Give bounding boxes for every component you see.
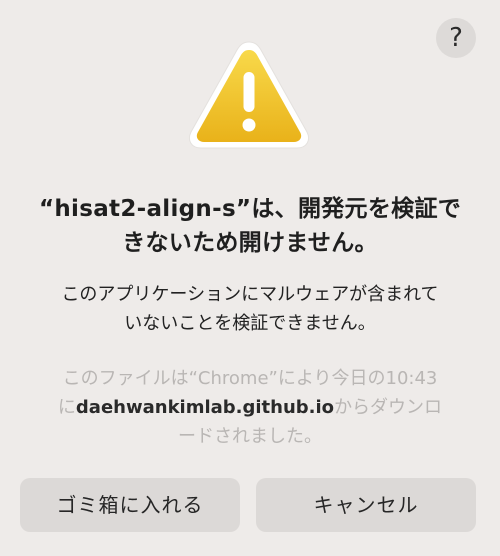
move-to-trash-button[interactable]: ゴミ箱に入れる	[20, 478, 240, 532]
download-info: このファイルは“Chrome”により今日の10:43 にdaehwankimla…	[20, 364, 480, 451]
info-line-2-suffix: からダウンロ	[334, 397, 443, 418]
security-alert-dialog: ? “hisat2-align-s”は、開発元を検証で きないため開けません。 …	[0, 0, 500, 556]
download-source-domain: daehwankimlab.github.io	[75, 397, 335, 418]
dialog-message: このアプリケーションにマルウェアが含まれて いないことを検証できません。	[20, 280, 480, 338]
dialog-title: “hisat2-align-s”は、開発元を検証で きないため開けません。	[20, 192, 480, 260]
info-line-2: にdaehwankimlab.github.ioからダウンロ	[20, 393, 480, 422]
info-line-2-prefix: に	[57, 397, 76, 418]
info-line-1: このファイルは“Chrome”により今日の10:43	[62, 368, 438, 389]
message-line-1: このアプリケーションにマルウェアが含まれて	[61, 284, 439, 305]
warning-triangle-icon	[185, 36, 313, 152]
info-line-3: ードされました。	[178, 426, 322, 447]
help-button[interactable]: ?	[436, 18, 476, 58]
message-line-2: いないことを検証できません。	[124, 313, 376, 334]
title-line-1: “hisat2-align-s”は、開発元を検証で	[38, 196, 462, 222]
question-mark-icon: ?	[449, 23, 463, 53]
title-line-2: きないため開けません。	[122, 230, 378, 256]
cancel-button[interactable]: キャンセル	[256, 478, 476, 532]
